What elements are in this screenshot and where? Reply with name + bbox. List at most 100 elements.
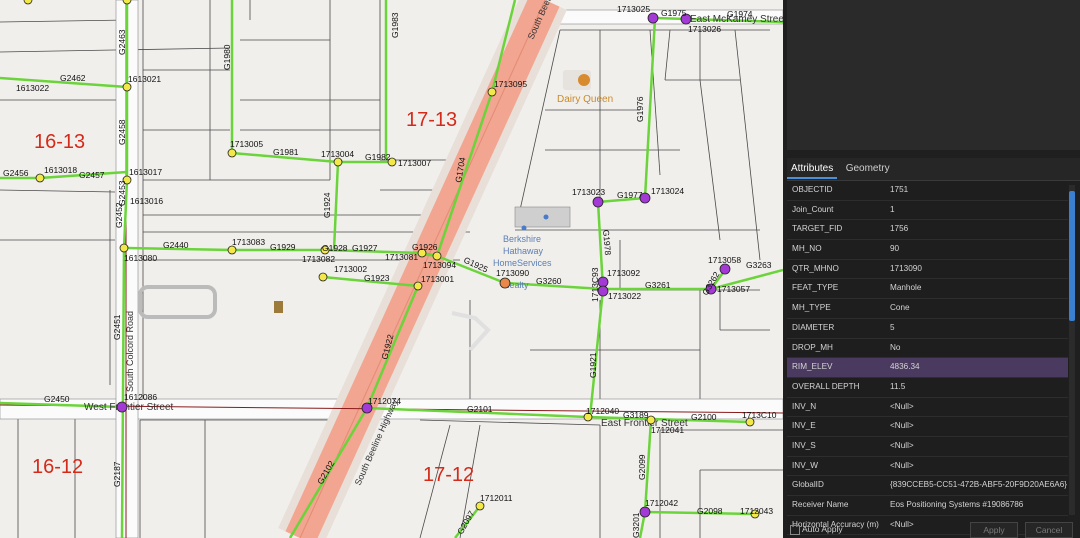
scrollbar-thumb[interactable] — [1069, 191, 1075, 321]
attribute-row[interactable]: GlobalID {839CCEB5-CC51-472B-ABF5-20F9D20… — [787, 476, 1068, 496]
svg-text:G1981: G1981 — [273, 147, 299, 157]
attribute-value[interactable]: 1751 — [890, 181, 1068, 200]
svg-text:1613016: 1613016 — [130, 196, 163, 206]
svg-text:G1923: G1923 — [364, 273, 390, 283]
svg-text:G1974: G1974 — [727, 9, 753, 19]
svg-text:1712011: 1712011 — [480, 493, 513, 503]
svg-text:1713004: 1713004 — [321, 149, 354, 159]
poi-label-dairy-queen: Dairy Queen — [557, 94, 613, 105]
svg-text:G3201: G3201 — [631, 512, 641, 538]
attribute-row[interactable]: INV_E <Null> — [787, 417, 1068, 437]
poi-label-berkshire-3: HomeServices — [493, 258, 552, 268]
svg-text:G2099: G2099 — [637, 454, 647, 480]
attribute-row[interactable]: FEAT_TYPE Manhole — [787, 279, 1068, 300]
svg-text:1713022: 1713022 — [608, 291, 641, 301]
attribute-value[interactable]: 11.5 — [890, 378, 1068, 397]
svg-text:G2100: G2100 — [691, 412, 717, 422]
attribute-row[interactable]: DROP_MH No — [787, 338, 1068, 359]
svg-text:G2458: G2458 — [117, 119, 127, 145]
svg-text:1613017: 1613017 — [129, 167, 162, 177]
svg-text:1713C10: 1713C10 — [742, 410, 777, 420]
cancel-button[interactable]: Cancel — [1025, 522, 1073, 538]
attribute-value[interactable]: <Null> — [890, 398, 1068, 417]
svg-text:G3260: G3260 — [536, 276, 562, 286]
attribute-value[interactable]: Manhole — [890, 279, 1068, 298]
svg-text:1713094: 1713094 — [423, 260, 456, 270]
attribute-value[interactable]: 1713090 — [890, 260, 1068, 279]
attribute-key: INV_W — [792, 460, 818, 470]
attribute-row[interactable]: INV_N <Null> — [787, 397, 1068, 418]
attributes-panel: Attributes Geometry OBJECTID 1751 Join_Cou… — [783, 0, 1080, 538]
attribute-row[interactable]: MH_NO 90 — [787, 240, 1068, 260]
svg-text:G1983: G1983 — [390, 12, 400, 38]
svg-text:G1982: G1982 — [365, 152, 391, 162]
grid-label-17-12: 17-12 — [423, 464, 474, 486]
attribute-value[interactable]: 4836.34 — [890, 358, 1068, 377]
attribute-key: INV_S — [792, 440, 816, 450]
auto-apply-checkbox[interactable] — [790, 525, 800, 535]
attribute-row[interactable]: OBJECTID 1751 — [787, 181, 1068, 201]
svg-text:1712042: 1712042 — [645, 498, 678, 508]
svg-text:1613018: 1613018 — [44, 165, 77, 175]
svg-text:G3263: G3263 — [746, 260, 772, 270]
svg-text:G2097: G2097 — [455, 509, 477, 536]
tab-attributes[interactable]: Attributes — [787, 158, 838, 179]
attribute-value[interactable]: <Null> — [890, 457, 1068, 476]
attribute-row[interactable]: INV_W <Null> — [787, 456, 1068, 477]
attribute-scrollbar[interactable] — [1069, 185, 1075, 515]
attribute-key: OVERALL DEPTH — [792, 381, 860, 391]
attribute-row[interactable]: INV_S <Null> — [787, 436, 1068, 457]
svg-text:1713C93: 1713C93 — [590, 267, 600, 302]
auto-apply-label: Auto Apply — [802, 524, 843, 534]
attribute-value[interactable]: 90 — [890, 240, 1068, 259]
attribute-row[interactable]: TARGET_FID 1756 — [787, 220, 1068, 241]
poi-label-berkshire-1: Berkshire — [503, 234, 541, 244]
attribute-row[interactable]: MH_TYPE Cone — [787, 299, 1068, 319]
attribute-value[interactable]: Cone — [890, 299, 1068, 318]
attribute-value[interactable]: <Null> — [890, 437, 1068, 456]
svg-text:1713007: 1713007 — [398, 158, 431, 168]
panel-tabs: Attributes Geometry — [787, 158, 1080, 181]
attribute-key: DIAMETER — [792, 322, 835, 332]
svg-text:G2463: G2463 — [117, 29, 127, 55]
svg-text:G1927: G1927 — [352, 243, 378, 253]
svg-text:1713002: 1713002 — [334, 264, 367, 274]
attribute-row[interactable]: Receiver Name Eos Positioning Systems #19… — [787, 496, 1068, 516]
svg-text:G3261: G3261 — [645, 280, 671, 290]
attribute-value[interactable]: 1 — [890, 201, 1068, 220]
poi-dairy-queen[interactable]: Dairy Queen — [557, 70, 613, 105]
svg-text:1712040: 1712040 — [586, 406, 619, 416]
svg-text:G3189: G3189 — [623, 410, 649, 420]
attribute-value[interactable]: 1756 — [890, 220, 1068, 239]
grid-label-16-12: 16-12 — [32, 456, 83, 478]
svg-text:G1980: G1980 — [222, 44, 232, 70]
svg-text:1712041: 1712041 — [651, 425, 684, 435]
svg-text:1713092: 1713092 — [607, 268, 640, 278]
tab-geometry[interactable]: Geometry — [842, 158, 894, 177]
svg-text:G2098: G2098 — [697, 506, 723, 516]
street-label-west-frontier: West Frontier Street — [84, 402, 174, 413]
map-canvas[interactable]: 16-13 17-13 16-12 17-12 South Beeline Hi… — [0, 0, 783, 538]
attribute-row[interactable]: RIM_ELEV 4836.34 — [787, 358, 1068, 378]
attribute-key: GlobalID — [792, 480, 824, 490]
attribute-key: INV_N — [792, 401, 817, 411]
svg-text:G2440: G2440 — [163, 240, 189, 250]
attribute-value[interactable]: {839CCEB5-CC51-472B-ABF5-20F9D20AE6A6} — [890, 476, 1068, 495]
pin-icon — [521, 225, 527, 231]
map-view[interactable]: 16-13 17-13 16-12 17-12 South Beeline Hi… — [0, 0, 783, 538]
attribute-row[interactable]: OVERALL DEPTH 11.5 — [787, 377, 1068, 398]
svg-text:G1928: G1928 — [322, 243, 348, 253]
attribute-row[interactable]: DIAMETER 5 — [787, 318, 1068, 339]
attribute-value[interactable]: Eos Positioning Systems #19086786 — [890, 496, 1068, 515]
attribute-row[interactable]: Join_Count 1 — [787, 200, 1068, 221]
attribute-value[interactable]: No — [890, 339, 1068, 358]
attribute-value[interactable]: 5 — [890, 319, 1068, 338]
apply-button[interactable]: Apply — [970, 522, 1018, 538]
restaurant-icon — [578, 74, 590, 86]
svg-text:1612086: 1612086 — [124, 392, 157, 402]
svg-text:1713001: 1713001 — [421, 274, 454, 284]
attribute-row[interactable]: QTR_MHNO 1713090 — [787, 259, 1068, 280]
svg-text:G1976: G1976 — [635, 96, 645, 122]
attribute-value[interactable]: <Null> — [890, 417, 1068, 436]
building — [514, 206, 571, 228]
